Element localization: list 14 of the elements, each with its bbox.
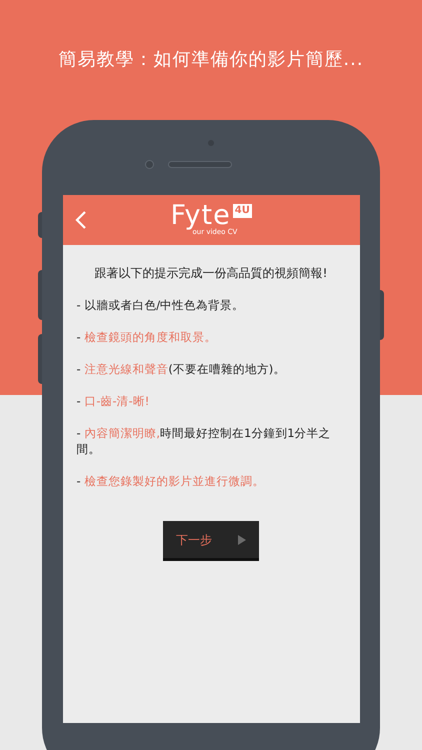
sensor-icon — [144, 160, 154, 169]
tip-text: - 以牆或者白色/中性色為背景。 — [76, 297, 246, 313]
play-icon — [238, 534, 246, 544]
intro-text: 跟著以下的提示完成一份高品質的視頻簡報! — [94, 265, 328, 281]
next-button[interactable]: 下一步 — [163, 521, 259, 561]
tip-text: - 內容簡潔明瞭,時間最好控制在1分鐘到1分半之間。 — [76, 425, 332, 457]
headline: 簡易教學：如何準備你的影片簡歷... — [58, 48, 364, 72]
speaker-icon — [168, 161, 232, 168]
tip-text: - 口-齒-清-晰! — [76, 393, 150, 409]
tip-text: - 檢查鏡頭的角度和取景。 — [76, 329, 218, 345]
tip-text: - 檢查您錄製好的影片並進行微調。 — [76, 473, 266, 489]
tip-text: - 注意光線和聲音(不要在嘈雜的地方)。 — [76, 361, 286, 377]
back-icon[interactable] — [74, 210, 86, 230]
logo-badge: 4U — [232, 204, 252, 218]
